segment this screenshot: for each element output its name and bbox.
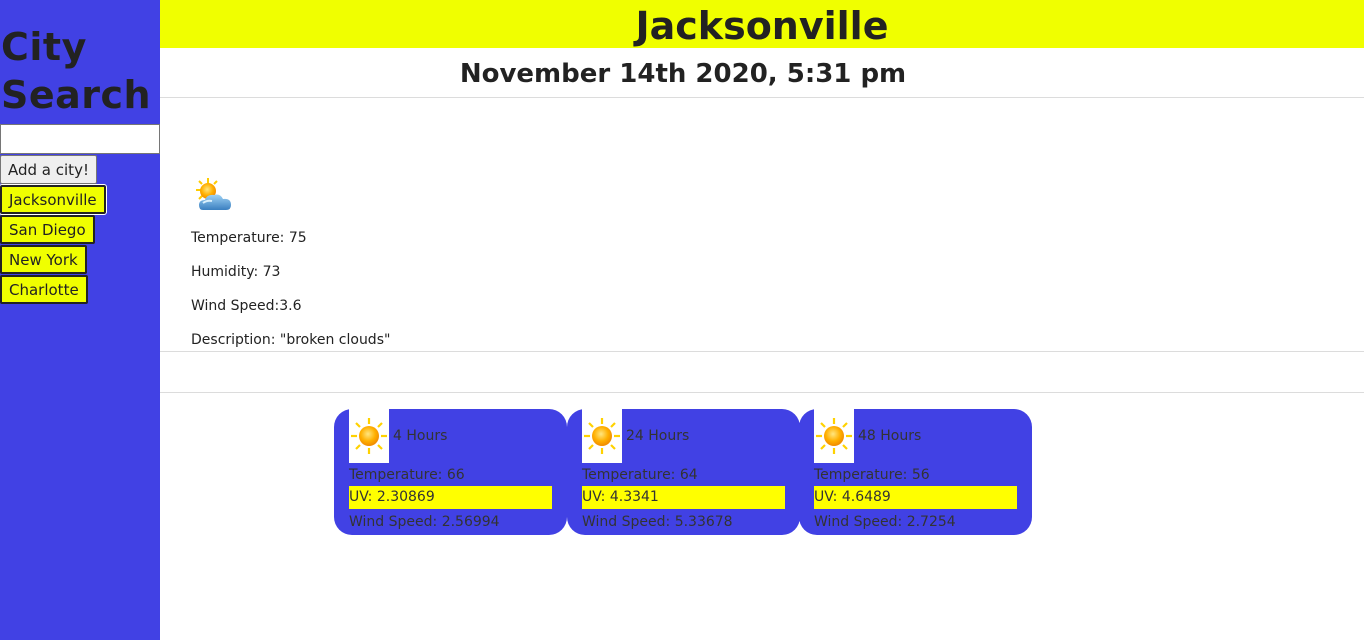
divider — [160, 97, 1364, 98]
sidebar-title: City Search — [1, 25, 152, 117]
forecast-wind-speed: Wind Speed: 5.33678 — [582, 514, 733, 530]
forecast-uv: UV: 2.30869 — [349, 486, 552, 509]
forecast-wind-speed: Wind Speed: 2.7254 — [814, 514, 956, 530]
forecast-uv: UV: 4.6489 — [814, 486, 1017, 509]
forecast-card: 24 Hours Temperature: 64 UV: 4.3341 Wind… — [567, 409, 800, 535]
forecast-wind-speed: Wind Speed: 2.56994 — [349, 514, 500, 530]
current-date: November 14th 2020, 5:31 pm — [459, 59, 907, 89]
city-button-new-york[interactable]: New York — [0, 245, 87, 274]
divider — [160, 392, 1364, 393]
divider — [160, 351, 1364, 352]
city-header: Jacksonville — [160, 0, 1364, 48]
forecast-card: 48 Hours Temperature: 56 UV: 4.6489 Wind… — [799, 409, 1032, 535]
sun-icon — [814, 409, 854, 463]
forecast-temperature: Temperature: 64 — [582, 467, 698, 483]
city-name: Jacksonville — [635, 4, 889, 48]
forecast-temperature: Temperature: 66 — [349, 467, 465, 483]
current-humidity: Humidity: 73 — [191, 264, 281, 280]
forecast-card: 4 Hours Temperature: 66 UV: 2.30869 Wind… — [334, 409, 567, 535]
forecast-uv: UV: 4.3341 — [582, 486, 785, 509]
add-city-button[interactable]: Add a city! — [0, 155, 97, 184]
forecast-hours: 24 Hours — [626, 428, 690, 444]
city-button-san-diego[interactable]: San Diego — [0, 215, 95, 244]
forecast-temperature: Temperature: 56 — [814, 467, 930, 483]
current-weather: Temperature: 75 Humidity: 73 Wind Speed:… — [191, 176, 390, 350]
current-temperature: Temperature: 75 — [191, 230, 307, 246]
current-description: Description: "broken clouds" — [191, 332, 391, 348]
sun-icon — [582, 409, 622, 463]
partly-cloudy-icon — [196, 178, 231, 210]
forecast-hours: 4 Hours — [393, 428, 448, 444]
sidebar: City Search — [0, 0, 160, 640]
current-wind-speed: Wind Speed:3.6 — [191, 298, 302, 314]
forecast-hours: 48 Hours — [858, 428, 922, 444]
city-button-jacksonville[interactable]: Jacksonville — [0, 184, 107, 215]
city-search-input[interactable] — [0, 124, 160, 154]
sun-icon — [349, 409, 389, 463]
city-button-charlotte[interactable]: Charlotte — [0, 275, 88, 304]
